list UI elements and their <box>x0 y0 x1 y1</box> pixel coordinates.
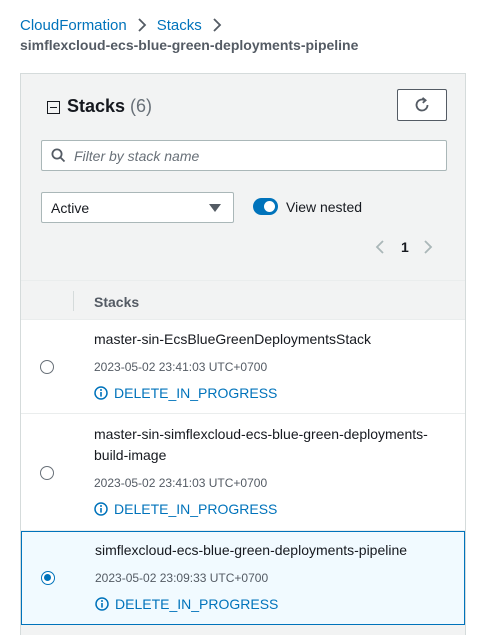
toggle-knob <box>264 201 275 212</box>
page-title: simflexcloud-ecs-blue-green-deployments-… <box>20 37 359 53</box>
row-radio[interactable] <box>40 360 54 374</box>
panel-header: Stacks (6) <box>47 96 152 117</box>
stack-status: DELETE_IN_PROGRESS <box>94 501 277 517</box>
breadcrumb-stacks[interactable]: Stacks <box>157 17 202 34</box>
refresh-button[interactable] <box>397 89 447 121</box>
table-row[interactable]: simflexcloud-ecs-blue-green-deployments-… <box>21 531 465 625</box>
column-divider <box>73 291 74 311</box>
status-filter-select[interactable]: Active <box>41 192 234 223</box>
row-radio[interactable] <box>40 466 54 480</box>
stack-created-time: 2023-05-02 23:09:33 UTC+0700 <box>95 571 269 585</box>
info-icon <box>95 597 109 611</box>
view-nested-label: View nested <box>286 199 363 215</box>
stack-name[interactable]: master-sin-simflexcloud-ecs-blue-green-d… <box>94 424 454 466</box>
search-icon <box>51 148 66 163</box>
breadcrumb: CloudFormation Stacks <box>20 15 232 35</box>
stack-status: DELETE_IN_PROGRESS <box>95 596 278 612</box>
section-title: Stacks <box>67 96 126 116</box>
column-header-stacks[interactable]: Stacks <box>94 294 139 310</box>
status-filter-value: Active <box>51 199 90 216</box>
stack-created-time: 2023-05-02 23:41:03 UTC+0700 <box>94 360 268 374</box>
pagination: 1 <box>375 238 433 256</box>
collapse-icon[interactable] <box>47 101 60 114</box>
chevron-right-icon <box>137 18 147 32</box>
breadcrumb-cloudformation[interactable]: CloudFormation <box>20 17 127 34</box>
stack-status: DELETE_IN_PROGRESS <box>94 385 277 401</box>
view-nested-toggle[interactable] <box>253 198 278 215</box>
caret-down-icon <box>209 204 221 212</box>
table-row[interactable]: master-sin-simflexcloud-ecs-blue-green-d… <box>21 414 465 531</box>
row-radio-selected[interactable] <box>41 571 55 585</box>
refresh-icon <box>413 96 431 114</box>
stack-status-text: DELETE_IN_PROGRESS <box>115 596 279 612</box>
chevron-right-icon <box>212 18 222 32</box>
info-icon <box>94 502 108 516</box>
stack-name[interactable]: master-sin-EcsBlueGreenDeploymentsStack <box>94 329 454 350</box>
search-input[interactable] <box>74 147 434 164</box>
chevron-left-icon[interactable] <box>375 239 385 255</box>
table-header: Stacks <box>21 280 465 320</box>
search-field <box>41 140 447 171</box>
page-number[interactable]: 1 <box>401 239 409 255</box>
stack-status-text: DELETE_IN_PROGRESS <box>114 501 278 517</box>
table-row[interactable]: master-sin-EcsBlueGreenDeploymentsStack … <box>21 320 465 414</box>
stack-name[interactable]: simflexcloud-ecs-blue-green-deployments-… <box>95 540 455 561</box>
chevron-right-icon[interactable] <box>423 239 433 255</box>
stack-count: (6) <box>130 96 153 116</box>
stack-created-time: 2023-05-02 23:41:03 UTC+0700 <box>94 476 268 490</box>
stacks-table: Stacks master-sin-EcsBlueGreenDeployment… <box>21 280 465 625</box>
stack-status-text: DELETE_IN_PROGRESS <box>114 385 278 401</box>
info-icon <box>94 386 108 400</box>
stacks-panel: Stacks (6) Active View nested 1 <box>20 73 466 635</box>
